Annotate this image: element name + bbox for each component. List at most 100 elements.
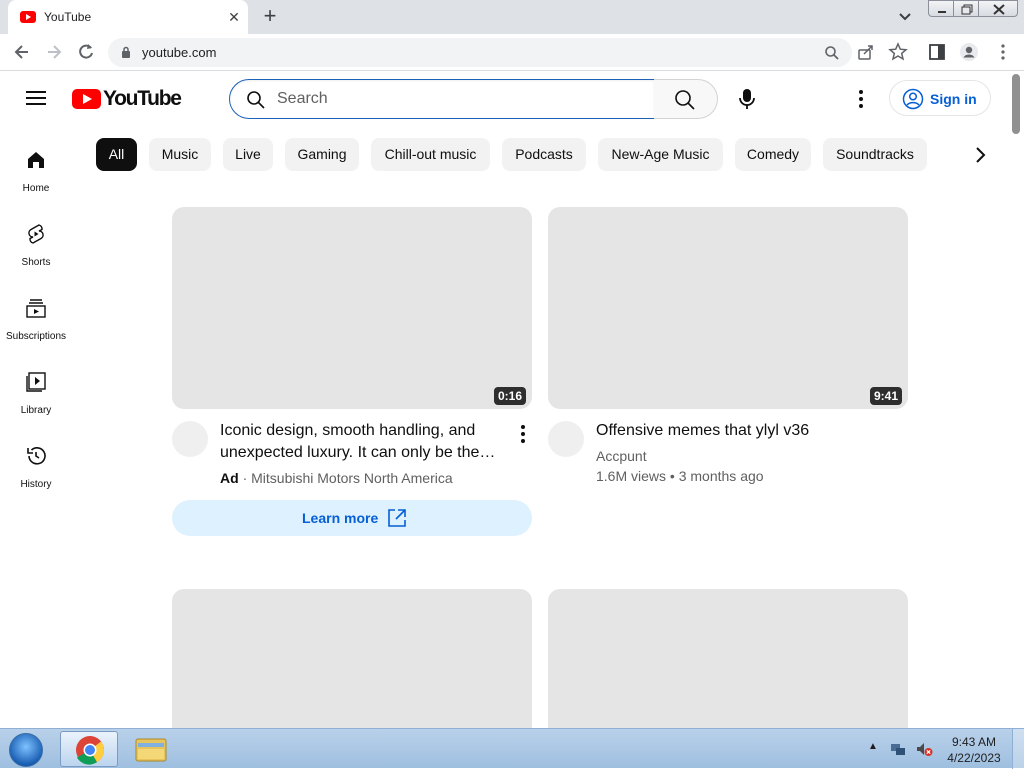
view-count: 1.6M views (596, 468, 667, 484)
settings-kebab-icon[interactable] (848, 86, 874, 112)
guide-label: Home (22, 183, 50, 194)
clock-date[interactable]: 4/22/2023 (944, 751, 1004, 765)
chip-live[interactable]: Live (223, 138, 273, 171)
window-minimize-button[interactable] (928, 0, 954, 17)
windows-start-orb-icon (9, 733, 43, 767)
url-text: youtube.com (142, 45, 217, 60)
browser-tab[interactable]: YouTube ✕ (8, 0, 248, 34)
browser-tab-strip: YouTube ✕ + (0, 0, 1024, 34)
sign-in-button[interactable]: Sign in (889, 80, 991, 116)
sign-in-label: Sign in (930, 91, 977, 107)
video-stats: 1.6M views • 3 months ago (596, 468, 764, 484)
search-icon (675, 90, 695, 110)
video-thumbnail[interactable]: 0:16 (172, 207, 532, 409)
clock-time[interactable]: 9:43 AM (944, 735, 1004, 749)
network-icon[interactable] (890, 741, 906, 757)
microphone-icon[interactable] (730, 82, 764, 116)
hamburger-menu-icon[interactable] (22, 86, 50, 110)
upload-age: 3 months ago (678, 468, 764, 484)
back-arrow-icon[interactable] (12, 42, 32, 62)
youtube-logo[interactable]: YouTube (72, 87, 182, 111)
search-box[interactable] (229, 79, 655, 119)
profile-icon[interactable] (959, 42, 979, 62)
history-icon (27, 447, 46, 465)
video-title[interactable]: Offensive memes that ylyl v36 (596, 420, 888, 442)
youtube-favicon-icon (20, 11, 36, 23)
start-button[interactable] (4, 730, 48, 768)
lock-icon[interactable] (120, 46, 132, 58)
guide-label: Library (20, 405, 52, 416)
zoom-icon[interactable] (824, 45, 840, 61)
window-close-button[interactable] (978, 0, 1018, 17)
video-title[interactable]: Iconic design, smooth handling, and unex… (220, 420, 512, 464)
channel-name[interactable]: Mitsubishi Motors North America (251, 470, 453, 486)
guide-item-home[interactable]: Home (0, 149, 72, 215)
external-link-icon (388, 509, 406, 527)
learn-more-button[interactable]: Learn more (172, 500, 532, 536)
taskbar-chrome-button[interactable] (60, 731, 118, 767)
video-thumbnail[interactable] (172, 589, 532, 728)
youtube-logo-text: YouTube (103, 87, 182, 110)
chip-music[interactable]: Music (149, 138, 211, 171)
bookmark-star-icon[interactable] (888, 42, 908, 62)
subscriptions-icon (26, 299, 46, 318)
shorts-icon (28, 224, 44, 244)
folder-icon (135, 738, 167, 762)
home-icon (28, 152, 44, 168)
video-thumbnail[interactable]: 9:41 (548, 207, 908, 409)
learn-more-label: Learn more (302, 510, 379, 526)
share-icon[interactable] (856, 42, 876, 62)
address-bar[interactable]: youtube.com (108, 38, 852, 67)
youtube-play-logo-icon (72, 89, 101, 109)
guide-item-subscriptions[interactable]: Subscriptions (0, 297, 72, 363)
chip-comedy[interactable]: Comedy (735, 138, 811, 171)
guide-label: Subscriptions (5, 331, 67, 342)
separator-dot: • (669, 468, 679, 484)
guide-item-history[interactable]: History (0, 445, 72, 511)
ad-meta: Ad · Mitsubishi Motors North America (220, 470, 453, 486)
tab-close-icon[interactable]: ✕ (225, 8, 243, 26)
tray-expand-arrow-icon[interactable]: ▲ (868, 741, 878, 752)
search-icon (247, 91, 265, 109)
guide-label: History (20, 479, 52, 490)
chip-all[interactable]: All (96, 138, 137, 171)
chip-podcasts[interactable]: Podcasts (502, 138, 586, 171)
search-input[interactable] (277, 88, 637, 110)
duration-badge: 0:16 (493, 387, 526, 405)
tab-title: YouTube (44, 10, 92, 24)
taskbar-explorer-button[interactable] (122, 731, 180, 767)
separator-dot: · (242, 470, 252, 486)
browser-menu-icon[interactable] (993, 42, 1013, 62)
library-icon (26, 372, 46, 392)
ad-badge: Ad (220, 470, 239, 486)
reload-icon[interactable] (76, 42, 96, 62)
new-tab-button[interactable]: + (258, 5, 282, 29)
chevron-right-icon[interactable] (968, 143, 992, 167)
search-button[interactable] (654, 79, 718, 119)
chip-soundtracks[interactable]: Soundtracks (823, 138, 927, 171)
browser-toolbar: youtube.com (0, 34, 1024, 71)
account-circle-icon (902, 88, 924, 110)
side-panel-icon[interactable] (927, 42, 947, 62)
volume-muted-icon[interactable] (915, 741, 933, 757)
window-restore-button[interactable] (953, 0, 979, 17)
forward-arrow-icon[interactable] (44, 42, 64, 62)
windows-taskbar: ▲ 9:43 AM 4/22/2023 (0, 728, 1024, 769)
video-thumbnail[interactable] (548, 589, 908, 728)
channel-avatar[interactable] (172, 421, 208, 457)
guide-item-library[interactable]: Library (0, 371, 72, 437)
duration-badge: 9:41 (869, 387, 902, 405)
channel-name[interactable]: Accpunt (596, 448, 647, 464)
chrome-icon (76, 736, 104, 765)
guide-label: Shorts (21, 257, 51, 268)
chip-gaming[interactable]: Gaming (285, 138, 359, 171)
show-desktop-button[interactable] (1012, 729, 1024, 769)
guide-item-shorts[interactable]: Shorts (0, 223, 72, 289)
chip-chill-out-music[interactable]: Chill-out music (371, 138, 490, 171)
tab-search-chevron-icon[interactable] (895, 8, 915, 26)
video-menu-kebab-icon[interactable] (512, 423, 534, 445)
scrollbar-thumb[interactable] (1012, 74, 1020, 134)
page-scrollbar[interactable] (1009, 71, 1024, 728)
chip-new-age-music[interactable]: New-Age Music (598, 138, 723, 171)
channel-avatar[interactable] (548, 421, 584, 457)
